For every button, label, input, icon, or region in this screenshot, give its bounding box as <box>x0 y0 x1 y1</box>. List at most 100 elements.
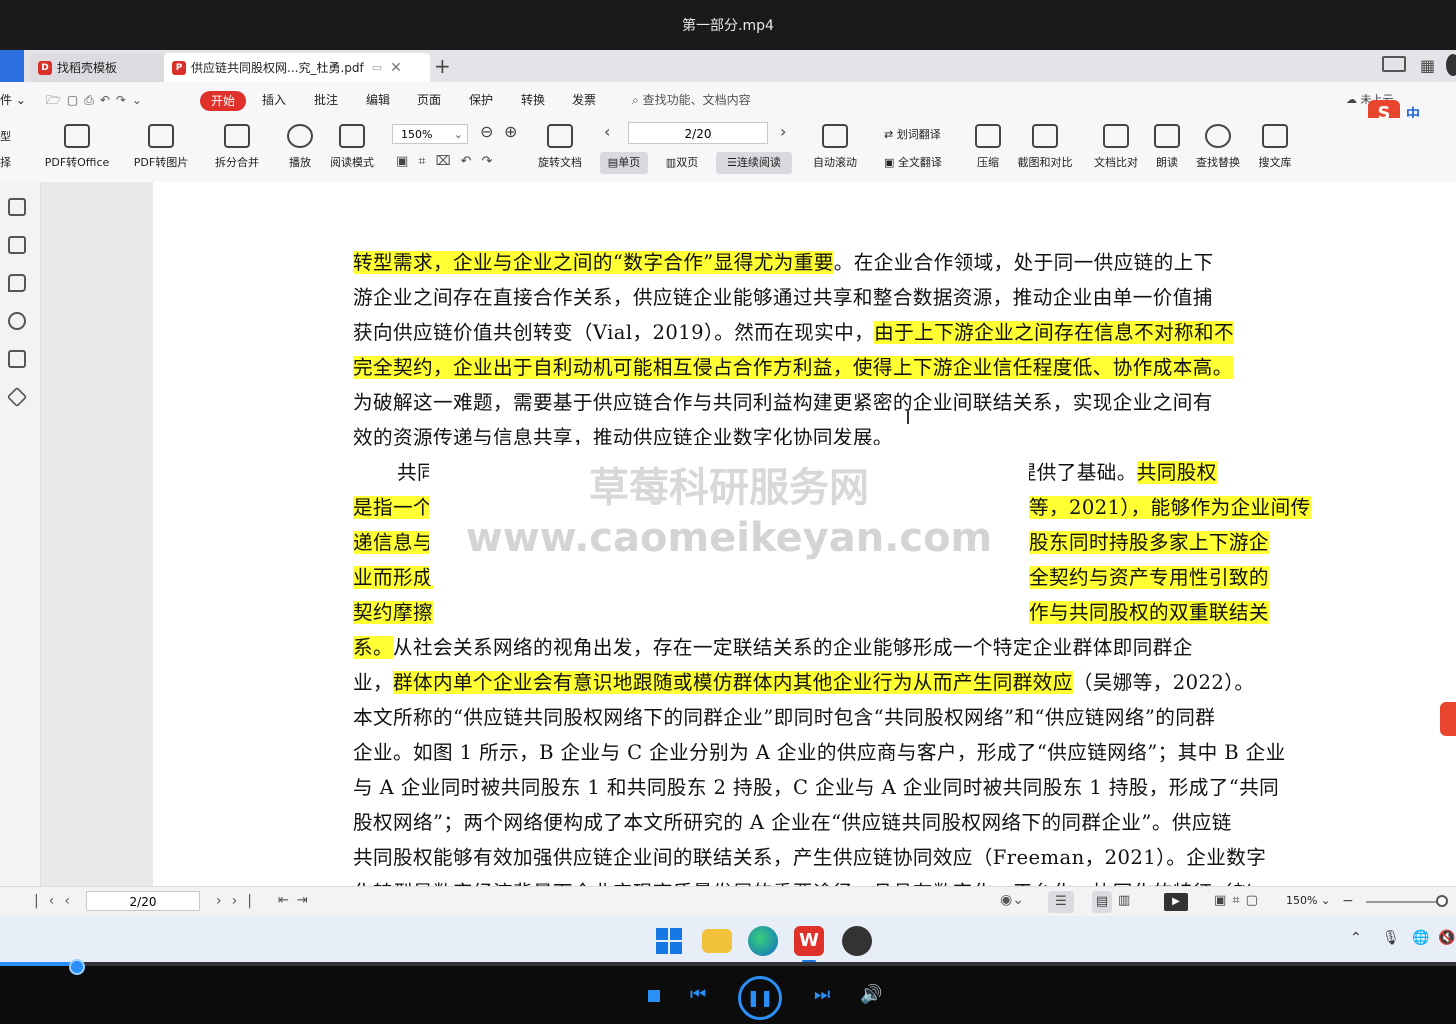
fit-icons[interactable]: ▣⌗▢ <box>1214 893 1264 908</box>
zoom-minus-icon[interactable]: − <box>1342 893 1354 909</box>
volume-muted-icon[interactable]: 🔇 <box>1438 930 1455 946</box>
continuous-view-icon[interactable]: ☰ <box>1048 891 1074 913</box>
bookmark-icon[interactable] <box>8 198 26 216</box>
pause-icon[interactable]: ❚❚ <box>738 976 782 1020</box>
window-icon[interactable]: ▭ <box>372 61 382 74</box>
comment-icon[interactable] <box>8 274 26 292</box>
tab-insert[interactable]: 插入 <box>262 90 286 110</box>
text-line: 为破解这一难题，需要基于供应链合作与共同利益构建更紧密的企业间联结关系，实现企业… <box>353 386 1213 415</box>
text-line: 转型需求，企业与企业之间的“数字合作”显得尤为重要。在企业合作领域，处于同一供应… <box>353 246 1214 275</box>
text-line: 股权网络”；两个网络便构成了本文所研究的 A 企业在“供应链共同股权网络下的同群… <box>353 806 1232 835</box>
pdf-to-image-button[interactable]: PDF转图片 <box>128 124 194 170</box>
translate-icon: ⇄ <box>884 128 894 141</box>
progress-knob[interactable] <box>69 959 86 975</box>
signature-icon[interactable] <box>8 350 26 368</box>
play-slideshow-icon[interactable]: ▶ <box>1164 893 1188 911</box>
tab-template[interactable]: D 找稻壳模板 <box>30 53 166 82</box>
previous-icon[interactable]: ⏮ <box>690 984 706 1005</box>
full-translate-label: 全文翻译 <box>897 156 942 169</box>
quick-access-icons[interactable]: 🗁▢⎙↶↷⌄ <box>46 90 148 110</box>
next-icon[interactable]: ⏭ <box>814 984 830 1005</box>
close-tab-icon[interactable]: ✕ <box>390 60 402 76</box>
chevron-up-icon[interactable]: ⌃ <box>1350 930 1362 946</box>
doc-compare-button[interactable]: 文档比对 <box>1088 124 1144 170</box>
tab-page[interactable]: 页面 <box>417 90 441 110</box>
first-prev-page-icons[interactable]: |‹‹ <box>34 893 80 909</box>
next-page-icon[interactable]: › <box>780 122 786 141</box>
read-aloud-button[interactable]: 朗读 <box>1150 124 1184 170</box>
tab-convert[interactable]: 转换 <box>521 90 545 110</box>
play-button[interactable]: 播放 <box>280 124 320 170</box>
zoom-select[interactable]: 150% ⌄ <box>392 124 468 144</box>
edge-browser-icon[interactable] <box>748 926 778 956</box>
compress-icon <box>975 124 1001 148</box>
avatar[interactable] <box>1446 54 1456 76</box>
single-page-button[interactable]: ▤单页 <box>600 152 648 174</box>
history-nav-icons[interactable]: ⇤⇥ <box>278 893 316 908</box>
watermark-text: 草莓科研服务网 <box>589 465 869 511</box>
double-page-icon: ▥ <box>665 156 677 169</box>
highlighted-text: 是指一个 <box>353 496 433 519</box>
feature-search-placeholder: 查找功能、文档内容 <box>642 93 751 107</box>
single-view-icon[interactable]: ▤ <box>1092 891 1112 913</box>
image-icon <box>148 124 174 148</box>
sogou-float-icon[interactable] <box>1440 702 1456 736</box>
single-page-label: 单页 <box>618 156 641 169</box>
tab-edit[interactable]: 编辑 <box>366 90 390 110</box>
compress-button[interactable]: 压缩 <box>968 124 1008 170</box>
eye-protect-icon[interactable]: ◉⌄ <box>1000 892 1024 908</box>
continuous-read-button[interactable]: ☰连续阅读 <box>716 152 792 174</box>
view-fit-icons[interactable]: ▣⌗⌧↶↷ <box>396 154 502 169</box>
volume-icon[interactable]: 🔊 <box>860 984 882 1005</box>
home-tab-edge[interactable] <box>0 50 24 82</box>
app-avatar-icon[interactable] <box>842 926 872 956</box>
new-tab-icon[interactable]: + <box>434 54 451 78</box>
tab-pdf-document[interactable]: P 供应链共同股权网...究_杜勇.pdf ▭ ✕ <box>164 53 430 82</box>
double-page-button[interactable]: ▥双页 <box>654 152 710 174</box>
feature-search[interactable]: ⌕ 查找功能、文档内容 <box>632 90 751 110</box>
layout-icon[interactable] <box>1382 56 1406 72</box>
auto-scroll-button[interactable]: 自动滚动 <box>804 124 866 170</box>
zoom-slider-thumb[interactable] <box>1436 895 1448 907</box>
page-number-input[interactable]: 2/20 <box>628 122 768 144</box>
file-menu[interactable]: 件 ⌄ <box>0 90 26 110</box>
tab-invoice[interactable]: 发票 <box>572 90 596 110</box>
tab-start[interactable]: 开始 <box>200 91 246 111</box>
attachment-icon[interactable] <box>8 312 26 330</box>
find-replace-button[interactable]: 查找替换 <box>1190 124 1246 170</box>
layers-icon[interactable] <box>6 386 28 408</box>
zoom-out-icon[interactable]: ⊖ <box>480 122 493 141</box>
network-icon[interactable]: 🌐 <box>1412 930 1429 946</box>
read-mode-label: 阅读模式 <box>330 156 374 169</box>
rotate-doc-button[interactable]: 旋转文档 <box>532 124 588 170</box>
screenshot-compare-button[interactable]: 截图和对比 <box>1012 124 1078 170</box>
next-last-page-icons[interactable]: ››| <box>216 893 262 909</box>
status-zoom[interactable]: 150% ⌄ <box>1286 894 1330 907</box>
file-explorer-icon[interactable] <box>702 929 732 953</box>
stop-icon[interactable] <box>648 990 660 1002</box>
zoom-slider[interactable] <box>1366 901 1440 903</box>
prev-page-icon[interactable]: ‹ <box>604 122 610 141</box>
zoom-in-icon[interactable]: ⊕ <box>504 122 517 141</box>
microphone-icon[interactable]: 🎙 <box>1382 930 1400 946</box>
thumbnail-icon[interactable] <box>8 236 26 254</box>
apps-grid-icon[interactable]: ▦ <box>1420 56 1435 75</box>
pdf-to-image-label: PDF转图片 <box>133 156 189 169</box>
windows-start-icon[interactable] <box>654 926 684 956</box>
word-translate-button[interactable]: ⇄ 划词翻译 <box>884 126 941 142</box>
read-mode-button[interactable]: 阅读模式 <box>324 124 380 170</box>
tab-protect[interactable]: 保护 <box>469 90 493 110</box>
pdf-to-office-button[interactable]: PDF转Office <box>34 124 120 170</box>
full-translate-button[interactable]: ▣ 全文翻译 <box>884 154 942 170</box>
wps-app-icon[interactable]: W <box>794 926 824 956</box>
tab-comment[interactable]: 批注 <box>314 90 338 110</box>
progress-bar[interactable] <box>0 962 1456 966</box>
pdf-to-office-icon <box>64 124 90 148</box>
split-merge-button[interactable]: 拆分合并 <box>204 124 270 170</box>
rotate-icon <box>547 124 573 148</box>
status-page-input[interactable]: 2/20 <box>86 891 200 911</box>
double-view-icon[interactable]: ▥ <box>1118 893 1130 908</box>
book-icon <box>339 124 365 148</box>
search-library-button[interactable]: 搜文库 <box>1252 124 1298 170</box>
pdf-page[interactable]: 转型需求，企业与企业之间的“数字合作”显得尤为重要。在企业合作领域，处于同一供应… <box>153 182 1456 886</box>
